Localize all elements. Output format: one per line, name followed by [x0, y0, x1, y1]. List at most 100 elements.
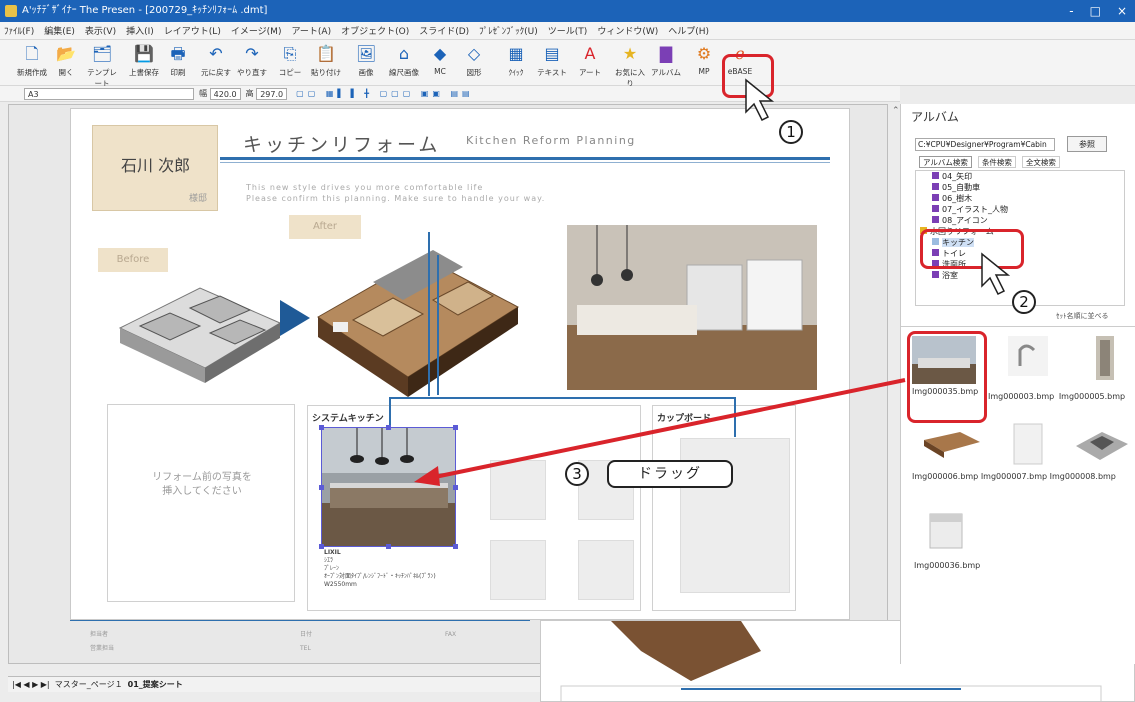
menu-item[interactable]: イメージ(M) [231, 24, 282, 37]
tree-item[interactable]: 05_自動車 [916, 182, 1124, 193]
menu-item[interactable]: レイアウト(L) [164, 24, 221, 37]
thumb-item[interactable] [996, 336, 1060, 387]
client-name: 石川 次郎 [121, 156, 191, 175]
menu-item[interactable]: 表示(V) [85, 24, 116, 37]
template-icon: 🗂 [92, 44, 113, 63]
toolbar-label: やり直す [237, 68, 267, 77]
sort-link[interactable]: ｾｯﾄ名順に並べる [1056, 311, 1109, 321]
description-text[interactable]: This new style drives you more comfortab… [246, 182, 545, 204]
before-floorplan-image[interactable] [110, 268, 295, 388]
toolbar-button[interactable]: 🖼 画像 [348, 44, 384, 78]
cursor-icon [745, 78, 775, 122]
slide-title[interactable]: キッチンリフォーム [243, 130, 440, 157]
toolbar-button[interactable]: ↶ 元に戻す [198, 44, 234, 78]
tree-item[interactable]: 06_樹木 [916, 193, 1124, 204]
menu-item[interactable]: 挿入(I) [126, 24, 154, 37]
tree-item-label: 07_イラスト_人物 [942, 205, 1009, 214]
toolbar-button[interactable]: ◆ MC [422, 44, 458, 76]
tab-fulltext-search[interactable]: 全文検索 [1021, 156, 1060, 168]
paper-size-select[interactable]: A3 [24, 87, 194, 100]
toolbar-button[interactable]: A アート [572, 44, 608, 78]
tree-item[interactable]: 04_矢印 [916, 171, 1124, 182]
sheet-tab-proposal[interactable]: 01_提案シート [128, 680, 183, 689]
system-kitchen-label: システムキッチン [312, 414, 384, 424]
toolbar-button[interactable]: 🗋 新規作成 [14, 44, 50, 78]
title-rule-thin [220, 162, 830, 163]
browse-button[interactable]: 参照 [1067, 136, 1107, 152]
album-path-field[interactable]: C:¥CPU¥Designer¥Program¥Cabin [915, 138, 1055, 151]
sheet-tab-master[interactable]: マスター_ページ１ [55, 680, 123, 689]
album-icon [932, 216, 939, 223]
menu-item[interactable]: アート(A) [291, 24, 331, 37]
toolbar-button[interactable]: ▦ ｸｲｯｸ [498, 44, 534, 78]
thumb-item[interactable] [996, 422, 1060, 473]
minimize-button[interactable]: - [1069, 0, 1073, 22]
save-icon: 💾 [134, 44, 154, 63]
menu-item[interactable]: ﾌｧｲﾙ(F) [4, 24, 34, 37]
tree-item-label: 浴室 [942, 271, 958, 280]
tab-condition-search[interactable]: 条件検索 [977, 156, 1016, 168]
album-icon [932, 172, 939, 179]
toolbar-button[interactable]: ↷ やり直す [234, 44, 270, 78]
image-slot[interactable] [490, 540, 546, 600]
client-name-box[interactable]: 石川 次郎 様邸 [92, 125, 218, 211]
toolbar-label: MC [434, 67, 446, 76]
resize-handle[interactable] [453, 544, 458, 549]
print-icon: 🖶 [170, 44, 186, 63]
thumb-name: Img000005.bmp [1058, 392, 1126, 401]
thumb-item[interactable] [1070, 422, 1134, 473]
image-slot[interactable] [578, 540, 634, 600]
before-to-after-arrow [280, 300, 310, 336]
toolbar-button[interactable]: ⌂ 線尺画像 [386, 44, 422, 78]
toolbar-button[interactable]: 📋 貼り付け [308, 44, 344, 78]
menu-item[interactable]: オブジェクト(O) [341, 24, 409, 37]
drag-arrow-icon [414, 378, 906, 486]
tree-item[interactable]: 08_アイコン [916, 215, 1124, 226]
toolbar-button[interactable]: 📂 開く [48, 44, 84, 78]
toolbar-button[interactable]: 💾 上書保存 [126, 44, 162, 78]
menu-item[interactable]: ウィンドウ(W) [597, 24, 658, 37]
cursor-icon [981, 252, 1011, 296]
footer-label: FAX [445, 631, 457, 638]
resize-handle[interactable] [319, 485, 324, 490]
thumb-name: Img000008.bmp [1049, 472, 1116, 481]
spec-line: ｵｰﾌﾟﾝ対面ﾀｲﾌﾟ/ﾚﾝｼﾞﾌｰﾄﾞ・ｷｯﾁﾝﾊﾟﾈﾙ(ﾌﾟﾗﾝ) [324, 573, 436, 580]
tab-album-search[interactable]: アルバム検索 [919, 156, 972, 168]
height-field[interactable]: 297.0 [256, 87, 288, 100]
footer-label: 営業担当 [90, 645, 115, 652]
spec-text[interactable]: LIXIL ｼｴﾗ ﾌﾟﾚｰﾝ ｵｰﾌﾟﾝ対面ﾀｲﾌﾟ/ﾚﾝｼﾞﾌｰﾄﾞ・ｷｯﾁ… [324, 549, 436, 589]
toolbar-button[interactable]: ⚙ MP [686, 44, 722, 76]
width-field[interactable]: 420.0 [209, 87, 241, 100]
maximize-button[interactable]: □ [1090, 0, 1101, 22]
before-photo-placeholder[interactable]: リフォーム前の写真を 挿入してください [107, 404, 295, 602]
slide-subtitle[interactable]: Kitchen Reform Planning [466, 134, 636, 147]
menu-item[interactable]: ﾌﾟﾚｾﾞﾝﾌﾞｯｸ(U) [479, 24, 538, 37]
close-button[interactable]: × [1117, 0, 1127, 22]
thumb-item[interactable]: Img000036.bmp [914, 510, 980, 570]
align-tools-icon[interactable]: ▢▢ ▦▌▐ ╋ ▢▢▢ ▣▣ ▤▤ [290, 89, 474, 98]
title-bar: A'ｯﾁﾃﾞｻﾞｲﾅｰ The Presen - [200729_ｷｯﾁﾝﾘﾌｫ… [0, 0, 1135, 22]
thumb-item[interactable] [1074, 336, 1135, 387]
toolbar-button[interactable]: ★ お気に入り [612, 44, 648, 89]
toolbar-button[interactable]: ▇ アルバム [648, 44, 684, 78]
tree-item-label: 06_樹木 [942, 194, 973, 203]
toolbar-button[interactable]: 🖶 印刷 [160, 44, 196, 78]
resize-handle[interactable] [386, 425, 391, 430]
thumb-image [1096, 336, 1114, 380]
menu-item[interactable]: ヘルプ(H) [668, 24, 709, 37]
tree-item-label: 08_アイコン [942, 216, 988, 225]
toolbar-button[interactable]: ◇ 図形 [456, 44, 492, 78]
menu-item[interactable]: スライド(D) [419, 24, 469, 37]
tree-item[interactable]: 07_イラスト_人物 [916, 204, 1124, 215]
tree-item-label: 04_矢印 [942, 172, 973, 181]
sheet-nav-buttons[interactable]: |◀ ◀ ▶ ▶| [12, 680, 50, 689]
toolbar-button[interactable]: ⎘ コピー [272, 44, 308, 78]
menu-item[interactable]: 編集(E) [44, 24, 75, 37]
resize-handle[interactable] [319, 425, 324, 430]
toolbar-button[interactable]: ▤ テキスト [534, 44, 570, 78]
toolbar-label: 図形 [466, 68, 482, 77]
menu-item[interactable]: ツール(T) [548, 24, 588, 37]
thumb-item[interactable] [920, 422, 984, 473]
toolbar-button[interactable]: 🗂 テンプレート [84, 44, 120, 89]
scroll-up-icon[interactable]: ⌃ [892, 106, 900, 116]
